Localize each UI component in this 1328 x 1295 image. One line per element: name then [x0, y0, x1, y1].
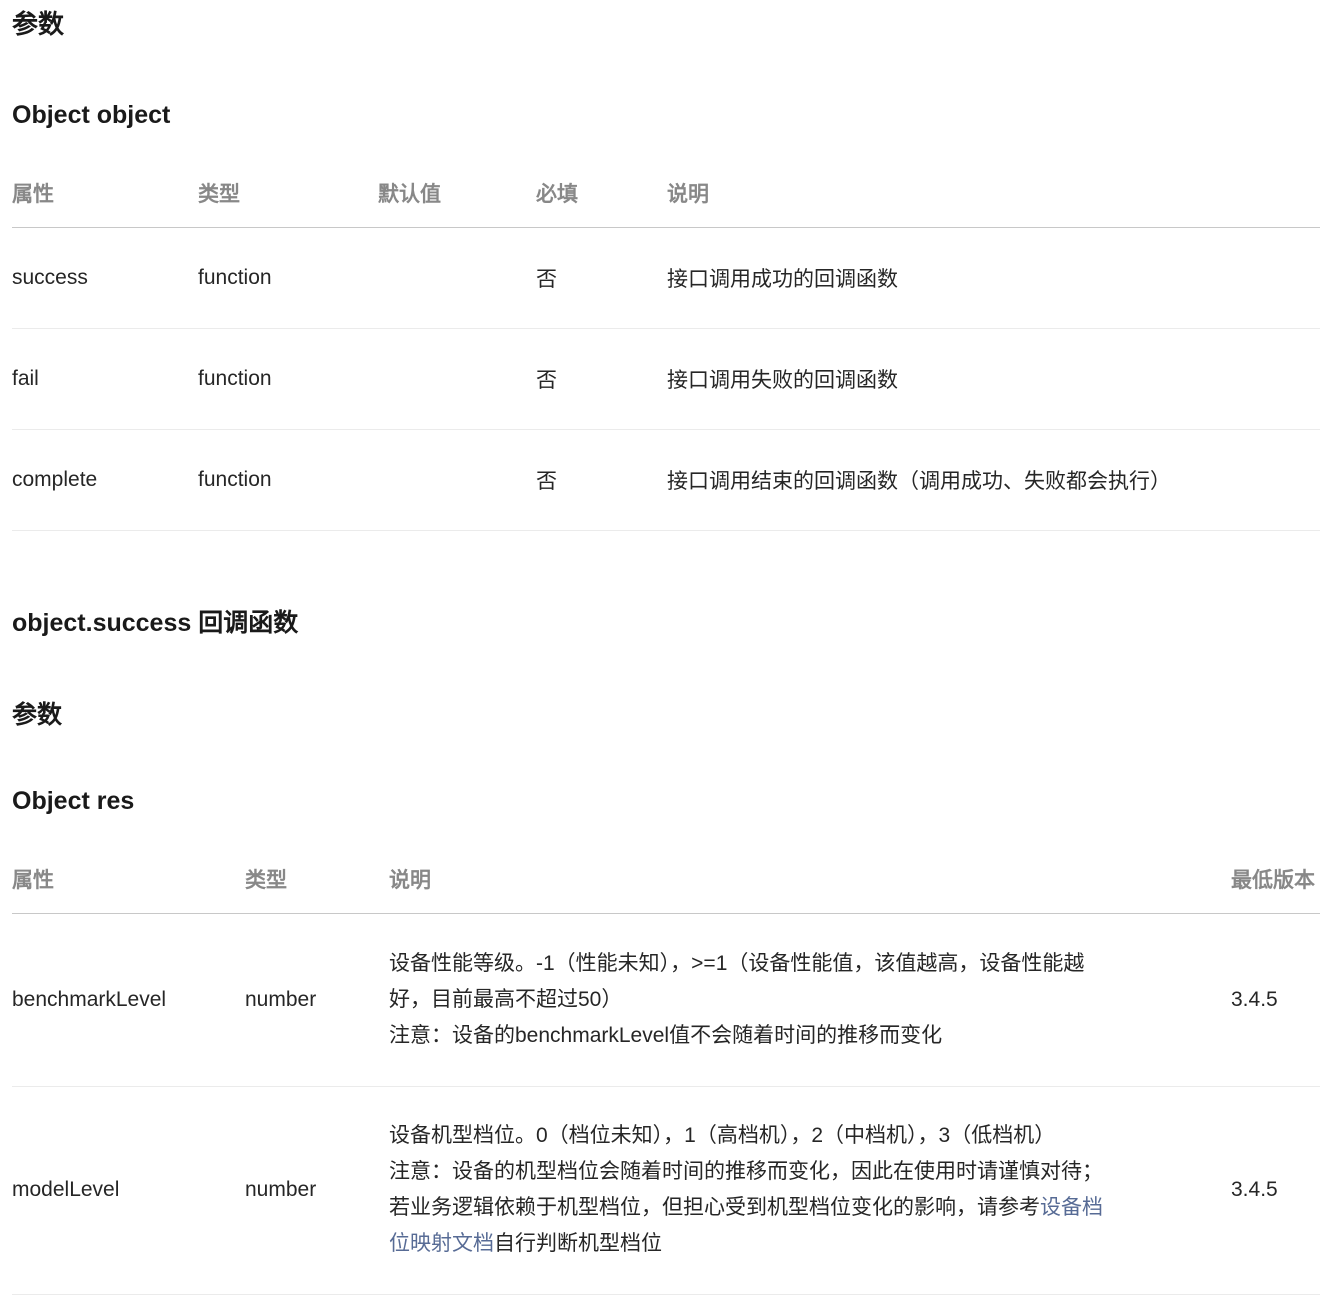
desc-note: 注意：设备的benchmarkLevel值不会随着时间的推移而变化 — [389, 1023, 943, 1047]
desc-line: 设备机型档位。0（档位未知），1（高档机），2（中档机），3（低档机） — [389, 1124, 1056, 1147]
desc-line: 好，目前最高不超过50） — [389, 987, 623, 1011]
desc-line: 设备性能等级。-1（性能未知），>=1（设备性能值，该值越高，设备性能越 — [389, 951, 1085, 975]
model-level-mapping-doc-link-cont[interactable]: 位映射文档 — [389, 1232, 494, 1255]
table-row: fail function 否 接口调用失败的回调函数 — [12, 328, 1320, 430]
col-header-min-version: 最低版本 — [1231, 846, 1320, 914]
model-level-mapping-doc-link[interactable]: 设备档 — [1040, 1196, 1103, 1219]
col-header-property: 属性 — [12, 160, 198, 228]
object-params-table: 属性 类型 默认值 必填 说明 success function 否 接口调用成… — [12, 160, 1320, 531]
cell-name: benchmarkLevel — [12, 913, 245, 1087]
cell-description: 设备性能等级。-1（性能未知），>=1（设备性能值，该值越高，设备性能越 好，目… — [389, 913, 1231, 1087]
table-row: benchmarkLevel number 设备性能等级。-1（性能未知），>=… — [12, 913, 1320, 1087]
col-header-description: 说明 — [389, 846, 1231, 914]
params-heading-2: 参数 — [12, 701, 63, 729]
col-header-property: 属性 — [12, 846, 245, 914]
desc-line: 若业务逻辑依赖于机型档位，但担心受到机型档位变化的影响，请参考设备档 — [389, 1190, 1231, 1226]
cell-default — [378, 227, 536, 329]
cell-description: 接口调用成功的回调函数 — [667, 227, 1320, 329]
desc-line: 位映射文档自行判断机型档位 — [389, 1226, 1231, 1262]
table-row: success function 否 接口调用成功的回调函数 — [12, 227, 1320, 329]
cell-min-version: 3.4.5 — [1231, 913, 1320, 1087]
cell-min-version: 3.4.5 — [1231, 1086, 1320, 1295]
cell-type: number — [245, 913, 389, 1087]
col-header-required: 必填 — [536, 160, 667, 228]
table-row: complete function 否 接口调用结束的回调函数（调用成功、失败都… — [12, 429, 1320, 531]
res-params-table: 属性 类型 说明 最低版本 benchmarkLevel number 设备性能… — [12, 846, 1320, 1295]
cell-type: function — [198, 429, 378, 531]
desc-text: 自行判断机型档位 — [494, 1232, 662, 1255]
table-row: modelLevel number 设备机型档位。0（档位未知），1（高档机），… — [12, 1086, 1320, 1295]
cell-required: 否 — [536, 429, 667, 531]
cell-required: 否 — [536, 328, 667, 430]
cell-name: modelLevel — [12, 1086, 245, 1295]
cell-name: success — [12, 227, 198, 329]
desc-note: 注意：设备的机型档位会随着时间的推移而变化，因此在使用时请谨慎对待； — [389, 1160, 1103, 1183]
table-header-row: 属性 类型 默认值 必填 说明 — [12, 160, 1320, 228]
cell-default — [378, 429, 536, 531]
col-header-default: 默认值 — [378, 160, 536, 228]
desc-text: 若业务逻辑依赖于机型档位，但担心受到机型档位变化的影响，请参考 — [389, 1196, 1040, 1219]
cell-required: 否 — [536, 227, 667, 329]
cell-default — [378, 328, 536, 430]
success-callback-heading: object.success 回调函数 — [12, 609, 299, 637]
object-res-heading: Object res — [12, 787, 135, 815]
table-header-row: 属性 类型 说明 最低版本 — [12, 846, 1320, 914]
cell-name: fail — [12, 328, 198, 430]
cell-type: number — [245, 1086, 389, 1295]
params-heading: 参数 — [12, 9, 65, 39]
col-header-type: 类型 — [245, 846, 389, 914]
cell-description: 设备机型档位。0（档位未知），1（高档机），2（中档机），3（低档机） 注意：设… — [389, 1086, 1231, 1295]
cell-name: complete — [12, 429, 198, 531]
col-header-type: 类型 — [198, 160, 378, 228]
cell-description: 接口调用结束的回调函数（调用成功、失败都会执行） — [667, 429, 1320, 531]
col-header-description: 说明 — [667, 160, 1320, 228]
object-object-heading: Object object — [12, 101, 171, 129]
cell-type: function — [198, 328, 378, 430]
cell-type: function — [198, 227, 378, 329]
cell-description: 接口调用失败的回调函数 — [667, 328, 1320, 430]
